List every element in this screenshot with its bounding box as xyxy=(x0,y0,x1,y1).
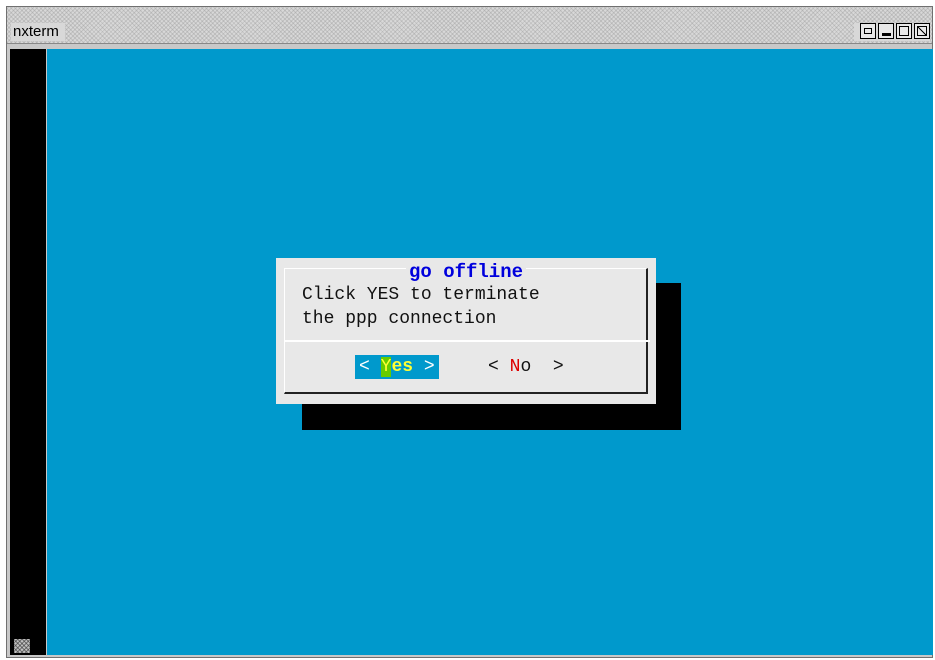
close-icon xyxy=(917,26,927,36)
terminal-scrollbar[interactable] xyxy=(10,49,46,655)
no-hotkey: N xyxy=(509,357,521,377)
dialog-message: Click YES to terminate the ppp connectio… xyxy=(302,283,540,331)
iconify-button[interactable] xyxy=(860,23,876,39)
no-left-bracket: < xyxy=(488,357,499,377)
iconify-icon xyxy=(864,28,872,34)
dialog-title: go offline xyxy=(276,261,656,283)
maximize-icon xyxy=(899,26,909,36)
message-line-2: the ppp connection xyxy=(302,309,497,329)
message-line-1: Click YES to terminate xyxy=(302,285,540,305)
yes-label: es xyxy=(391,357,414,377)
yes-button[interactable]: < Yes > xyxy=(355,355,439,379)
window-title: nxterm xyxy=(11,23,65,41)
window-controls xyxy=(854,23,930,41)
close-button[interactable] xyxy=(914,23,930,39)
no-button[interactable]: < No > xyxy=(488,355,564,379)
yes-right-bracket: > xyxy=(423,357,435,377)
dialog-title-text: go offline xyxy=(405,261,527,283)
maximize-button[interactable] xyxy=(896,23,912,39)
go-offline-dialog: go offline Click YES to terminate the pp… xyxy=(276,258,656,404)
dialog-divider xyxy=(285,340,650,342)
yes-left-bracket: < xyxy=(359,357,370,377)
title-bar[interactable]: nxterm xyxy=(7,7,932,44)
minimize-button[interactable] xyxy=(878,23,894,39)
yes-hotkey: Y xyxy=(380,357,392,377)
scrollbar-thumb[interactable] xyxy=(14,639,30,653)
minimize-icon xyxy=(881,32,891,36)
no-right-bracket: > xyxy=(552,357,564,377)
no-label: o xyxy=(520,357,532,377)
